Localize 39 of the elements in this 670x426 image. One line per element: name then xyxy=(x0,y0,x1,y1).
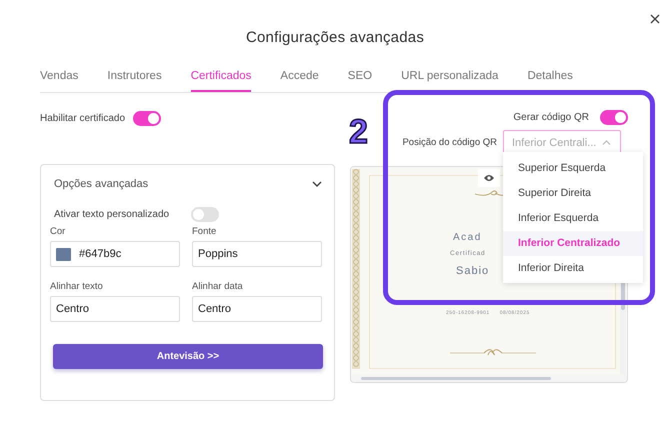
input-field[interactable]: Poppins xyxy=(192,241,322,267)
caret-icon xyxy=(602,140,611,145)
dialog-title: Configurações avançadas xyxy=(246,29,424,48)
input-field[interactable]: Centro xyxy=(192,296,322,322)
tab[interactable]: Instrutores xyxy=(107,66,162,92)
input-field[interactable]: Centro xyxy=(50,296,180,322)
field-label: Alinhar data xyxy=(192,281,244,292)
tab[interactable]: URL personalizada xyxy=(401,66,498,92)
toggle-switch[interactable] xyxy=(600,110,628,125)
toggle-switch[interactable] xyxy=(133,110,162,126)
dropdown-option[interactable]: Superior Direita xyxy=(503,181,643,206)
dropdown-option[interactable]: Inferior Centralizado xyxy=(503,231,643,256)
color-swatch[interactable] xyxy=(56,248,71,260)
field-label: Fonte xyxy=(192,226,218,237)
dropdown-option[interactable]: Superior Esquerda xyxy=(503,156,643,181)
certificate-text: Acad xyxy=(453,232,482,243)
tab[interactable]: Vendas xyxy=(40,66,78,92)
preview-button[interactable]: Antevisão >> xyxy=(53,344,323,369)
tab[interactable]: Certificados xyxy=(190,66,252,92)
eye-icon[interactable] xyxy=(478,169,500,187)
card-title: Opções avançadas xyxy=(54,178,148,190)
toggle-label: Ativar texto personalizado xyxy=(54,209,170,220)
field-label: Cor xyxy=(50,226,66,237)
tab[interactable]: Accede xyxy=(280,66,319,92)
dropdown-option[interactable]: Inferior Direita xyxy=(503,256,643,281)
chevron-icon[interactable] xyxy=(312,181,322,187)
scrollbar[interactable] xyxy=(351,375,627,382)
field-label: Posição do código QR xyxy=(402,137,497,148)
toggle-label: Gerar código QR xyxy=(513,112,589,123)
field-label: Alinhar texto xyxy=(50,281,104,292)
input-field[interactable]: #647b9c xyxy=(50,241,180,267)
toggle-switch[interactable] xyxy=(191,207,220,222)
close-icon[interactable] xyxy=(650,14,660,24)
certificate-text: Sabio xyxy=(456,265,490,277)
toggle-label: Habilitar certificado xyxy=(40,112,126,124)
dropdown-option[interactable]: Inferior Esquerda xyxy=(503,206,643,231)
tab[interactable]: SEO xyxy=(348,66,372,92)
tab[interactable]: Detalhes xyxy=(527,66,573,92)
annotation-number: 2 xyxy=(349,112,368,152)
